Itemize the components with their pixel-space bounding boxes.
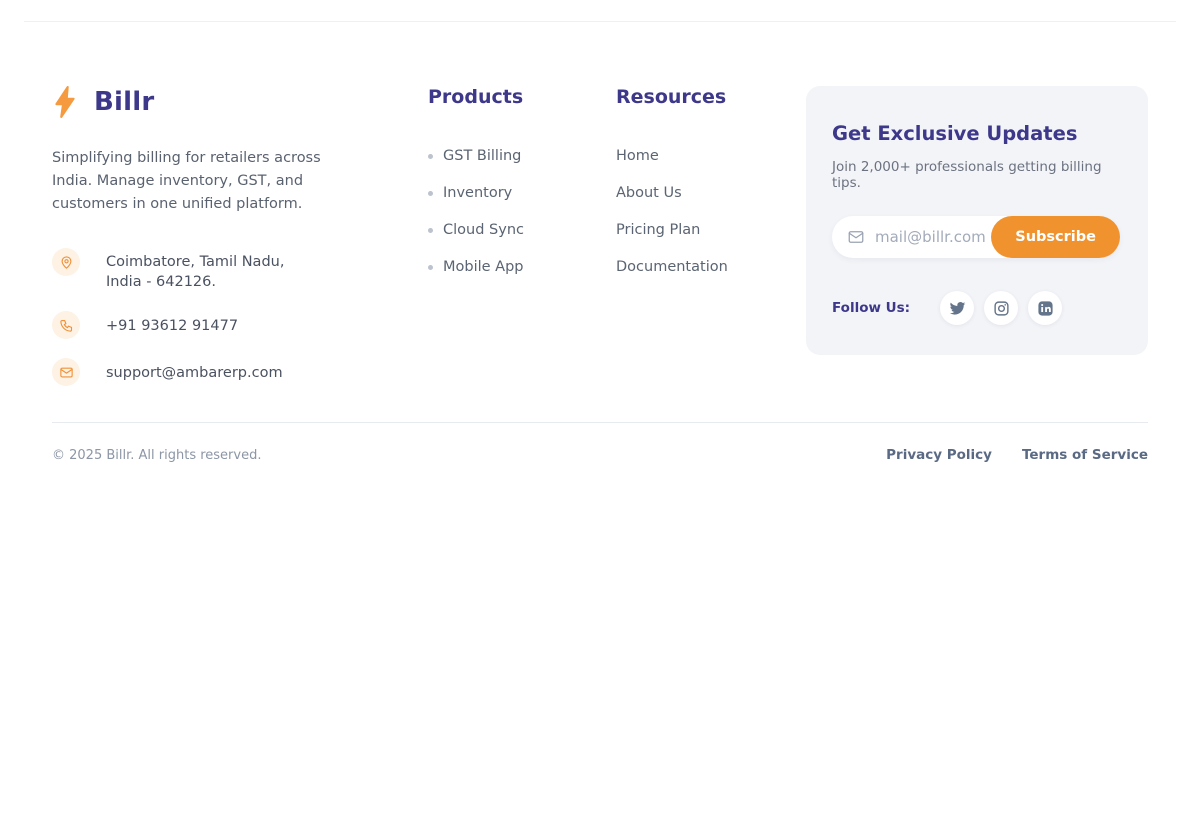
phone-number: +91 93612 91477 (106, 311, 238, 336)
subscribe-form: Subscribe (832, 216, 1120, 258)
product-link-gst-billing[interactable]: GST Billing (428, 148, 556, 164)
brand-tagline: Simplifying billing for retailers across… (52, 147, 364, 216)
resource-link-documentation[interactable]: Documentation (616, 259, 756, 275)
envelope-icon (52, 358, 80, 386)
newsletter-card: Get Exclusive Updates Join 2,000+ profes… (806, 86, 1148, 355)
subscribe-button[interactable]: Subscribe (991, 216, 1120, 258)
instagram-icon (993, 300, 1010, 317)
resource-link-about-us[interactable]: About Us (616, 185, 756, 201)
bullet-dot-icon (428, 191, 433, 196)
address-line-2: India - 642126. (106, 274, 216, 290)
twitter-icon (949, 300, 966, 317)
phone-icon (52, 311, 80, 339)
lightning-bolt-icon (52, 86, 78, 118)
terms-of-service-link[interactable]: Terms of Service (1022, 447, 1148, 463)
product-link-inventory[interactable]: Inventory (428, 185, 556, 201)
newsletter-title: Get Exclusive Updates (832, 122, 1120, 145)
resource-link-pricing-plan[interactable]: Pricing Plan (616, 222, 756, 238)
brand-logo: Billr (52, 86, 364, 118)
products-column: Products GST Billing Inventory Cloud Syn… (428, 86, 556, 296)
bullet-dot-icon (428, 265, 433, 270)
contact-phone[interactable]: +91 93612 91477 (52, 311, 364, 339)
resources-title: Resources (616, 86, 756, 108)
footer: Billr Simplifying billing for retailers … (0, 22, 1200, 422)
resources-list: Home About Us Pricing Plan Documentation (616, 148, 756, 275)
email-address: support@ambarerp.com (106, 358, 283, 383)
bullet-dot-icon (428, 228, 433, 233)
footer-bottom-bar: © 2025 Billr. All rights reserved. Priva… (52, 422, 1148, 463)
product-link-cloud-sync[interactable]: Cloud Sync (428, 222, 556, 238)
bullet-dot-icon (428, 154, 433, 159)
resource-link-home[interactable]: Home (616, 148, 756, 164)
brand-name: Billr (94, 87, 154, 117)
follow-row: Follow Us: (832, 291, 1120, 325)
resources-column: Resources Home About Us Pricing Plan Doc… (616, 86, 756, 296)
contact-address: Coimbatore, Tamil Nadu, India - 642126. (52, 248, 364, 292)
newsletter-subtitle: Join 2,000+ professionals getting billin… (832, 159, 1120, 191)
product-link-mobile-app[interactable]: Mobile App (428, 259, 556, 275)
copyright-text: © 2025 Billr. All rights reserved. (52, 448, 261, 463)
envelope-icon (847, 228, 865, 246)
linkedin-button[interactable] (1028, 291, 1062, 325)
products-title: Products (428, 86, 556, 108)
linkedin-icon (1037, 300, 1054, 317)
brand-column: Billr Simplifying billing for retailers … (52, 86, 364, 405)
contact-list: Coimbatore, Tamil Nadu, India - 642126. … (52, 248, 364, 386)
follow-us-label: Follow Us: (832, 300, 910, 316)
twitter-button[interactable] (940, 291, 974, 325)
map-pin-icon (52, 248, 80, 276)
privacy-policy-link[interactable]: Privacy Policy (886, 447, 992, 463)
products-list: GST Billing Inventory Cloud Sync Mobile … (428, 148, 556, 275)
address-line-1: Coimbatore, Tamil Nadu, (106, 254, 284, 270)
instagram-button[interactable] (984, 291, 1018, 325)
contact-email[interactable]: support@ambarerp.com (52, 358, 364, 386)
